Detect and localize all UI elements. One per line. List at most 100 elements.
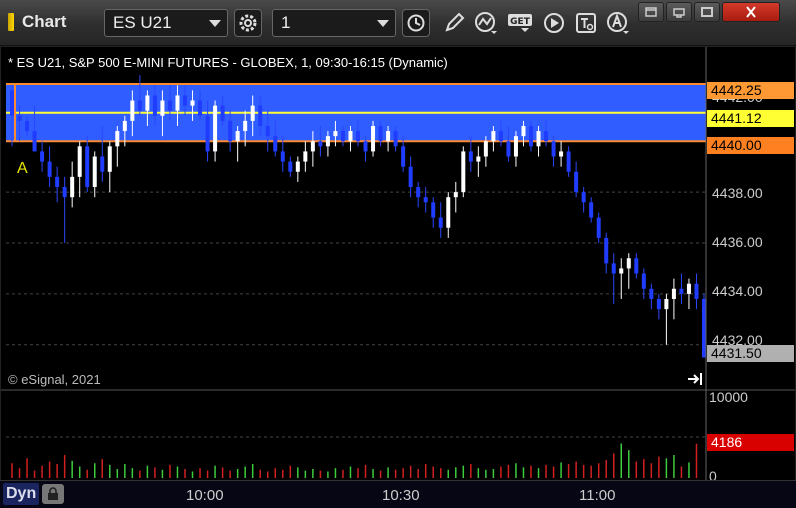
lock-icon[interactable]: [42, 484, 64, 504]
candle-body: [145, 95, 150, 111]
candle-body: [581, 192, 586, 203]
candle-body: [423, 197, 428, 203]
candle-body: [220, 105, 225, 121]
candle-body: [92, 156, 97, 188]
price-tag-zone-mid: 4441.12: [707, 110, 794, 127]
candle-body: [273, 136, 278, 152]
candle-body: [679, 288, 684, 294]
candle-body: [702, 298, 706, 358]
candle-body: [100, 156, 105, 172]
candle-body: [265, 125, 270, 137]
candle-body: [641, 273, 646, 289]
candle-body: [671, 288, 676, 299]
candle-body: [596, 217, 601, 238]
time-axis-label: 10:30: [382, 487, 420, 504]
volume-axis-label: 10000: [709, 389, 748, 405]
candle-body: [47, 161, 52, 177]
candle-body: [310, 141, 315, 152]
candle-body: [55, 176, 60, 188]
candle-body: [356, 131, 360, 142]
price-tag-last: 4431.50: [707, 345, 794, 362]
candle-body: [122, 120, 127, 132]
candle-body: [333, 131, 338, 137]
candle-body: [589, 202, 594, 218]
candle-body: [10, 90, 14, 116]
candle-body: [416, 187, 421, 198]
candle-body: [604, 237, 609, 264]
candle-body: [431, 202, 436, 218]
candle-body: [348, 131, 353, 142]
candle-body: [529, 125, 533, 147]
candle-body: [235, 131, 240, 142]
candle-body: [453, 192, 458, 198]
candle-body: [190, 100, 195, 106]
candle-body: [626, 258, 631, 269]
candle-body: [371, 125, 376, 152]
candle-body: [288, 161, 293, 172]
price-axis-label: 4438.00: [712, 185, 763, 201]
candle-body: [461, 151, 466, 193]
candle-body: [694, 283, 699, 299]
candle-body: [137, 100, 142, 111]
candle-body: [107, 146, 112, 172]
candle-body: [62, 187, 67, 198]
candle-body: [506, 141, 511, 157]
candle-body: [491, 131, 496, 142]
copyright-text: © eSignal, 2021: [8, 372, 101, 387]
candle-body: [386, 131, 391, 142]
candle-body: [378, 125, 383, 142]
dynamic-mode-button[interactable]: Dyn: [3, 483, 40, 505]
volume-tag-last: 4186: [707, 434, 794, 451]
candle-body: [363, 141, 368, 152]
candle-body: [295, 161, 300, 172]
candle-body: [32, 131, 37, 152]
candle-body: [446, 197, 451, 228]
candle-body: [85, 146, 90, 188]
price-tag-zone-high: 4442.25: [707, 82, 794, 99]
candle-body: [213, 105, 218, 152]
candle-body: [513, 136, 518, 157]
candle-body: [566, 151, 571, 172]
candle-body: [649, 288, 654, 299]
candle-body: [408, 166, 413, 188]
candle-body: [205, 115, 210, 152]
scroll-to-latest-icon[interactable]: [686, 370, 706, 388]
candle-body: [393, 131, 398, 147]
candle-body: [152, 95, 157, 116]
candle-body: [634, 258, 639, 274]
candle-body: [175, 95, 180, 111]
candle-body: [574, 171, 579, 193]
candle-body: [318, 141, 323, 147]
candle-body: [536, 131, 541, 147]
candle-body: [476, 156, 481, 162]
candle-body: [77, 146, 82, 177]
candle-body: [280, 151, 285, 162]
candle-body: [303, 151, 308, 162]
candle-body: [468, 151, 473, 162]
marker-label: A: [17, 160, 28, 177]
candle-body: [70, 176, 75, 198]
candle-body: [559, 151, 564, 157]
candle-body: [611, 263, 616, 274]
candle-body: [664, 298, 669, 310]
candle-body: [243, 120, 248, 132]
candle-body: [17, 115, 22, 121]
price-chart[interactable]: [0, 0, 796, 508]
candle-body: [40, 151, 45, 162]
price-tag-zone-low: 4440.00: [707, 137, 794, 154]
candle-body: [325, 136, 330, 147]
candle-body: [228, 120, 233, 142]
candle-body: [656, 298, 661, 310]
candle-body: [183, 95, 187, 106]
time-axis-label: 10:00: [186, 487, 224, 504]
candle-body: [340, 131, 345, 142]
candle-body: [167, 100, 172, 111]
candle-body: [198, 100, 203, 116]
chart-title: * ES U21, S&P 500 E-MINI FUTURES - GLOBE…: [8, 55, 448, 70]
candle-body: [258, 105, 263, 126]
candle-body: [160, 100, 165, 116]
candle-body: [551, 141, 556, 157]
candle-body: [521, 125, 526, 137]
candle-body: [686, 283, 691, 294]
candle-body: [544, 131, 549, 142]
